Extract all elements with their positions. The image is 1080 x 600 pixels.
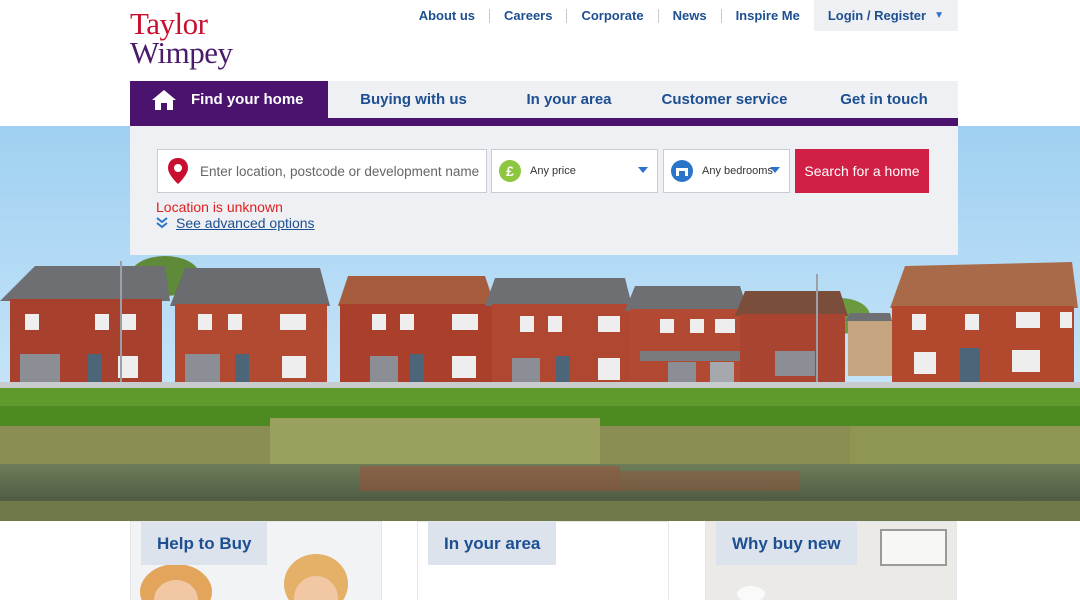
feature-cards: Help to Buy In your area Why buy new bbox=[0, 521, 1080, 600]
tab-find-your-home[interactable]: Find your home bbox=[130, 81, 328, 118]
logo-line-2: Wimpey bbox=[130, 35, 233, 70]
tab-customer-service[interactable]: Customer service bbox=[639, 81, 810, 118]
location-placeholder: Enter location, postcode or development … bbox=[200, 163, 480, 179]
advanced-options-label: See advanced options bbox=[176, 215, 315, 231]
svg-text:£: £ bbox=[506, 163, 514, 179]
top-navigation: About us Careers Corporate News Inspire … bbox=[405, 0, 958, 31]
bedrooms-select[interactable]: Any bedrooms bbox=[663, 149, 790, 193]
nav-underline bbox=[130, 118, 958, 126]
login-register-label: Login / Register bbox=[827, 8, 927, 23]
price-select[interactable]: £ Any price bbox=[491, 149, 658, 193]
tab-in-your-area[interactable]: In your area bbox=[499, 81, 639, 118]
double-chevron-down-icon bbox=[156, 217, 168, 229]
card-title: In your area bbox=[428, 522, 557, 565]
bed-icon bbox=[671, 160, 693, 182]
card-why-buy-new[interactable]: Why buy new bbox=[705, 521, 957, 600]
location-input[interactable]: Enter location, postcode or development … bbox=[157, 149, 487, 193]
map-pin-icon bbox=[168, 158, 188, 184]
house-icon bbox=[152, 89, 176, 110]
nav-careers[interactable]: Careers bbox=[490, 8, 568, 23]
nav-news[interactable]: News bbox=[659, 8, 722, 23]
pound-icon: £ bbox=[499, 160, 521, 182]
card-title: Why buy new bbox=[716, 522, 857, 565]
price-value: Any price bbox=[530, 165, 576, 177]
card-in-your-area[interactable]: In your area bbox=[417, 521, 669, 600]
tab-get-in-touch[interactable]: Get in touch bbox=[810, 81, 958, 118]
main-navigation: Find your home Buying with us In your ar… bbox=[130, 81, 958, 118]
caret-down-icon bbox=[770, 167, 780, 173]
caret-down-icon bbox=[638, 167, 648, 173]
card-help-to-buy[interactable]: Help to Buy bbox=[130, 521, 382, 600]
bedrooms-value: Any bedrooms bbox=[702, 165, 773, 177]
logo-line-1: Taylor bbox=[130, 6, 208, 41]
card-title: Help to Buy bbox=[141, 522, 268, 565]
nav-about-us[interactable]: About us bbox=[405, 8, 491, 23]
nav-inspire-me[interactable]: Inspire Me bbox=[722, 8, 814, 23]
nav-corporate[interactable]: Corporate bbox=[567, 8, 659, 23]
location-error: Location is unknown bbox=[156, 199, 283, 215]
tab-label: Find your home bbox=[191, 91, 304, 108]
advanced-options-link[interactable]: See advanced options bbox=[156, 215, 315, 231]
search-button[interactable]: Search for a home bbox=[795, 149, 929, 193]
brand-logo[interactable]: Taylor Wimpey bbox=[130, 6, 233, 70]
tab-buying-with-us[interactable]: Buying with us bbox=[328, 81, 499, 118]
login-register-button[interactable]: Login / Register ▼ bbox=[813, 0, 958, 31]
caret-down-icon: ▼ bbox=[934, 10, 944, 21]
search-panel: Enter location, postcode or development … bbox=[130, 126, 958, 255]
